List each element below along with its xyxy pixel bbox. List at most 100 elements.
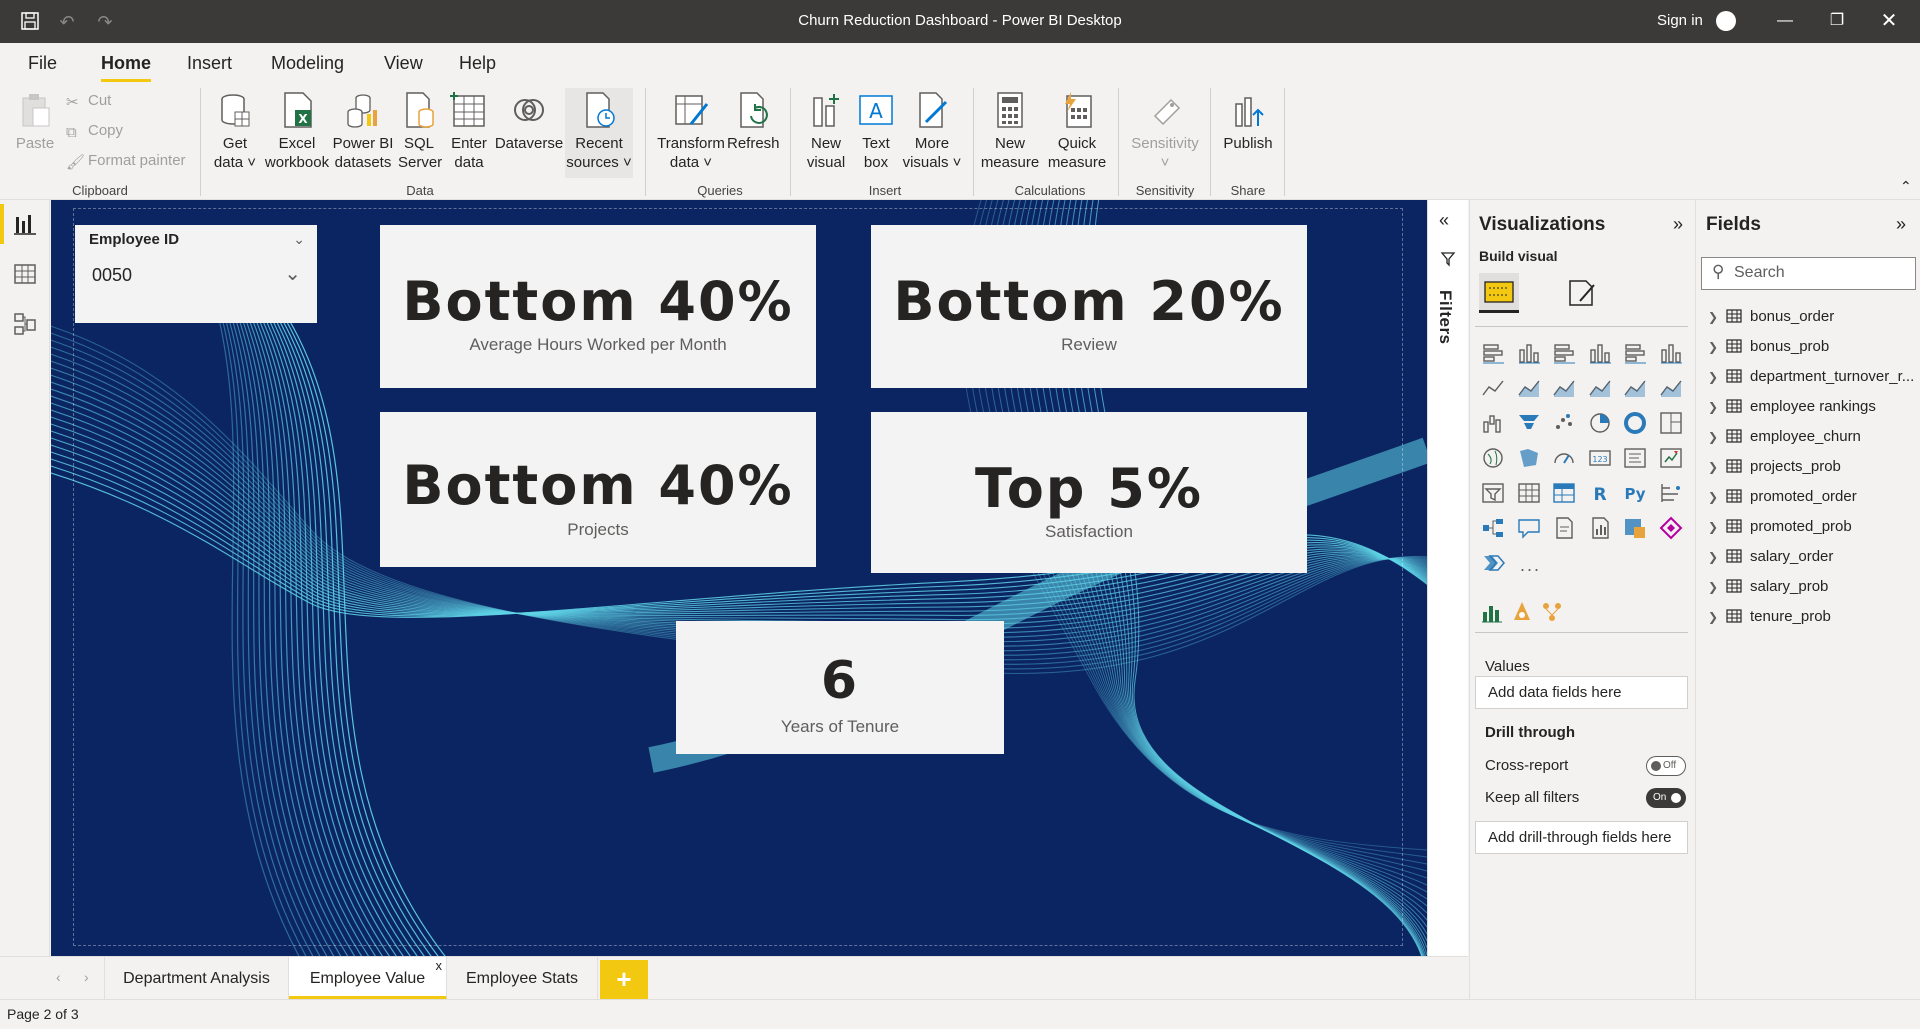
card-icon[interactable]: 123 (1587, 445, 1613, 471)
decomposition-tree-icon[interactable] (1480, 515, 1506, 541)
100-bar-icon[interactable] (1622, 340, 1648, 366)
narrative-icon[interactable] (1480, 550, 1506, 576)
power-automate-icon[interactable] (1658, 515, 1684, 541)
publish-button[interactable]: Publish (1220, 90, 1276, 153)
more-visuals-button[interactable]: More visuals ˅ (900, 90, 964, 172)
line-column-icon[interactable] (1587, 375, 1613, 401)
kpi-card-hours[interactable]: Bottom 40% Average Hours Worked per Mont… (380, 225, 816, 388)
chevron-down-icon[interactable]: ⌄ (293, 231, 305, 248)
tab-help[interactable]: Help (459, 53, 496, 74)
kpi-card-satisfaction[interactable]: Top 5% Satisfaction (871, 412, 1307, 573)
field-table-item[interactable]: ❯ employee_churn (1708, 428, 1861, 445)
data-view-icon[interactable] (12, 261, 38, 287)
slicer-icon[interactable] (1480, 480, 1506, 506)
refresh-button[interactable]: Refresh (727, 90, 780, 153)
field-table-item[interactable]: ❯ bonus_prob (1708, 338, 1829, 355)
build-visual-tab[interactable] (1479, 273, 1519, 313)
close-tab-icon[interactable]: x (436, 944, 443, 987)
drill-through-field-well[interactable]: Add drill-through fields here (1475, 821, 1688, 854)
donut-icon[interactable] (1622, 410, 1648, 436)
sign-in-link[interactable]: Sign in (1657, 12, 1703, 29)
field-table-item[interactable]: ❯ promoted_prob (1708, 518, 1852, 535)
report-view-icon[interactable] (12, 211, 38, 237)
expand-chevron-icon[interactable]: ❯ (1708, 370, 1722, 384)
avatar[interactable] (1716, 11, 1736, 31)
collapse-ribbon-icon[interactable]: ⌃ (1900, 178, 1912, 195)
page-tab-employee-stats[interactable]: Employee Stats (447, 957, 598, 1000)
power-apps-icon[interactable] (1622, 515, 1648, 541)
expand-chevron-icon[interactable]: ❯ (1708, 310, 1722, 324)
prev-page-icon[interactable]: ‹ (56, 969, 61, 985)
clustered-bar-icon[interactable] (1551, 340, 1577, 366)
stacked-area-icon[interactable] (1551, 375, 1577, 401)
field-table-item[interactable]: ❯ salary_prob (1708, 578, 1828, 595)
minimize-icon[interactable]: — (1770, 8, 1800, 34)
paginated-report-icon[interactable] (1551, 515, 1577, 541)
qa-icon[interactable] (1516, 515, 1542, 541)
new-measure-button[interactable]: New measure (980, 90, 1040, 172)
kpi-card-tenure[interactable]: 6 Years of Tenure (676, 621, 1004, 754)
slicer-value[interactable]: 0050 (92, 265, 132, 286)
restore-icon[interactable]: ❐ (1822, 8, 1852, 34)
gauge-icon[interactable] (1551, 445, 1577, 471)
tab-insert[interactable]: Insert (187, 53, 232, 74)
page-tab-employee-value[interactable]: Employee Value x (289, 957, 447, 1000)
fields-search-input[interactable]: ⚲ Search (1701, 257, 1916, 290)
enter-data-button[interactable]: Enter data (446, 90, 492, 172)
values-field-well[interactable]: Add data fields here (1475, 676, 1688, 709)
stacked-bar-icon[interactable] (1480, 340, 1506, 366)
cut-button[interactable]: ✂ Cut (66, 92, 111, 111)
treemap-icon[interactable] (1658, 410, 1684, 436)
map-icon[interactable] (1480, 445, 1506, 471)
table-icon[interactable] (1516, 480, 1542, 506)
r-visual-icon[interactable]: R (1587, 480, 1613, 506)
100-column-icon[interactable] (1658, 340, 1684, 366)
area-icon[interactable] (1516, 375, 1542, 401)
expand-chevron-icon[interactable]: ❯ (1708, 610, 1722, 624)
add-page-button[interactable]: + (600, 960, 648, 1000)
expand-chevron-icon[interactable]: ❯ (1708, 520, 1722, 534)
field-table-item[interactable]: ❯ department_turnover_r... (1708, 368, 1914, 385)
employee-id-slicer[interactable]: Employee ID ⌄ 0050 ⌄ (75, 225, 317, 323)
power-bi-datasets-button[interactable]: Power BI datasets (330, 90, 396, 172)
scatter-icon[interactable] (1551, 410, 1577, 436)
line-icon[interactable] (1480, 375, 1506, 401)
paste-button[interactable]: Paste (12, 90, 58, 153)
recent-sources-button[interactable]: Recent sources ˅ (565, 88, 633, 178)
field-table-item[interactable]: ❯ projects_prob (1708, 458, 1841, 475)
key-influencers-icon[interactable] (1510, 600, 1534, 624)
new-visual-button[interactable]: New visual (800, 90, 852, 172)
report-canvas[interactable]: Employee ID ⌄ 0050 ⌄ Bottom 40% Average … (51, 200, 1427, 956)
python-visual-icon[interactable]: Py (1622, 480, 1648, 506)
stacked-column-icon[interactable] (1516, 340, 1542, 366)
matrix-icon[interactable] (1551, 480, 1577, 506)
text-box-button[interactable]: A Text box (852, 90, 900, 172)
excel-workbook-button[interactable]: X Excel workbook (262, 90, 332, 172)
get-data-button[interactable]: Get data ˅ (210, 90, 260, 172)
key-influencers-icon[interactable] (1658, 480, 1684, 506)
copy-button[interactable]: ⧉ Copy (66, 122, 123, 141)
line-clustered-icon[interactable] (1622, 375, 1648, 401)
collapse-chevron-icon[interactable]: » (1896, 214, 1906, 235)
more-visuals-ellipsis[interactable]: ... (1520, 555, 1541, 576)
filters-pane[interactable]: « Filters (1427, 200, 1468, 956)
dropdown-chevron-icon[interactable]: ⌄ (284, 261, 301, 286)
expand-chevron-icon[interactable]: « (1439, 210, 1449, 231)
filters-label[interactable]: Filters (1435, 290, 1455, 345)
collapse-chevron-icon[interactable]: » (1673, 214, 1683, 235)
field-table-item[interactable]: ❯ tenure_prob (1708, 608, 1831, 625)
expand-chevron-icon[interactable]: ❯ (1708, 340, 1722, 354)
model-view-icon[interactable] (12, 311, 38, 337)
field-table-item[interactable]: ❯ promoted_order (1708, 488, 1857, 505)
transform-data-button[interactable]: Transform data ˅ (654, 90, 728, 172)
kpi-card-projects[interactable]: Bottom 40% Projects (380, 412, 816, 567)
format-visual-tab[interactable] (1564, 275, 1600, 311)
sql-server-button[interactable]: SQL Server (398, 90, 442, 172)
smart-narrative-icon[interactable] (1587, 515, 1613, 541)
sensitivity-button[interactable]: Sensitivity ˅ (1126, 90, 1204, 172)
waterfall-icon[interactable] (1480, 410, 1506, 436)
keep-all-filters-toggle[interactable]: On (1646, 788, 1686, 808)
field-table-item[interactable]: ❯ employee rankings (1708, 398, 1876, 415)
tab-view[interactable]: View (384, 53, 423, 74)
kpi-icon[interactable] (1658, 445, 1684, 471)
